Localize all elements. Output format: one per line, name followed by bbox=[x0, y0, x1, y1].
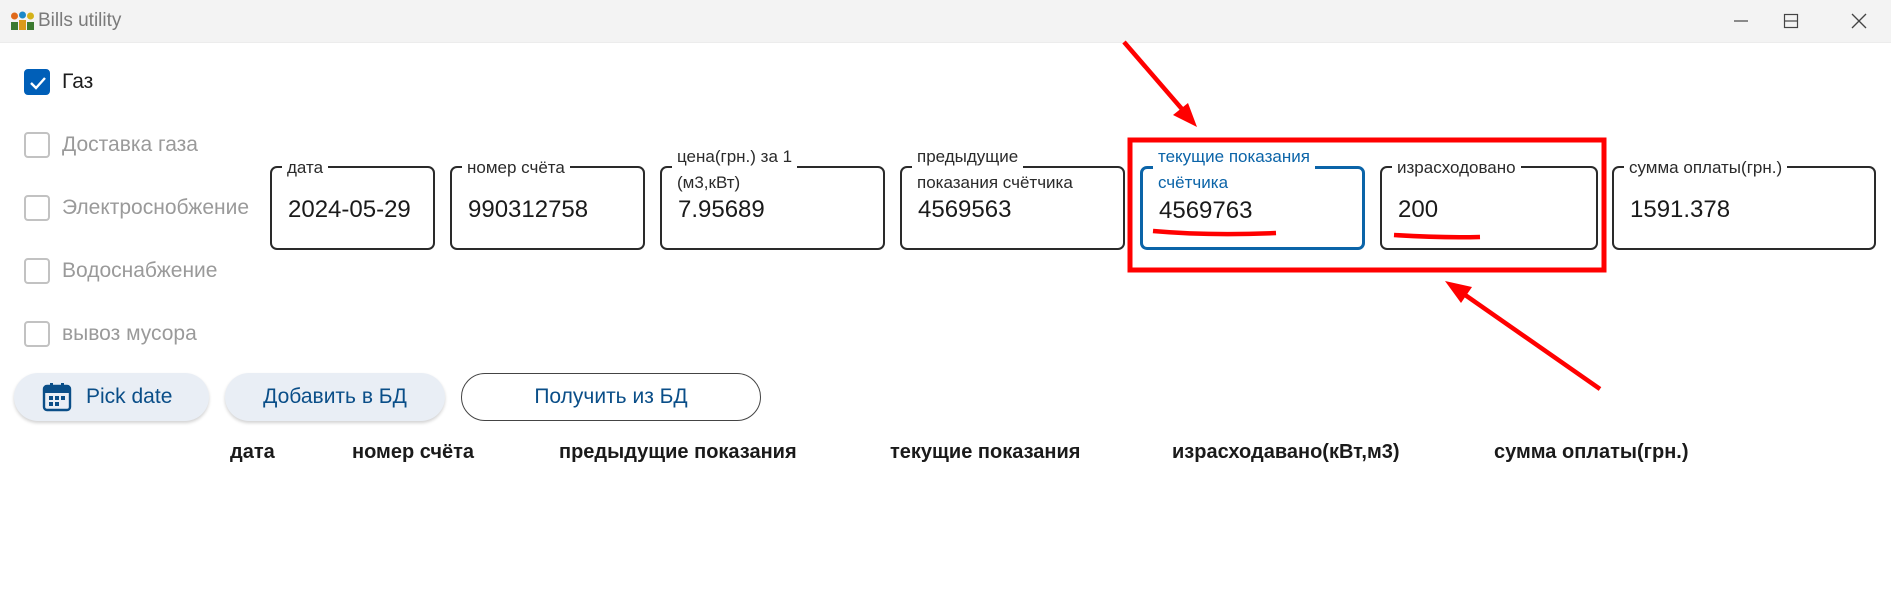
arrow-top-line bbox=[1122, 40, 1190, 118]
underline-current bbox=[1152, 228, 1277, 237]
annotation-overlay bbox=[1122, 40, 1607, 391]
underline-consumed bbox=[1393, 232, 1481, 240]
arrow-bottom-head bbox=[1445, 281, 1472, 303]
arrow-top-head bbox=[1173, 103, 1197, 127]
arrow-bottom-line bbox=[1456, 288, 1602, 391]
highlight-box bbox=[1127, 137, 1607, 273]
